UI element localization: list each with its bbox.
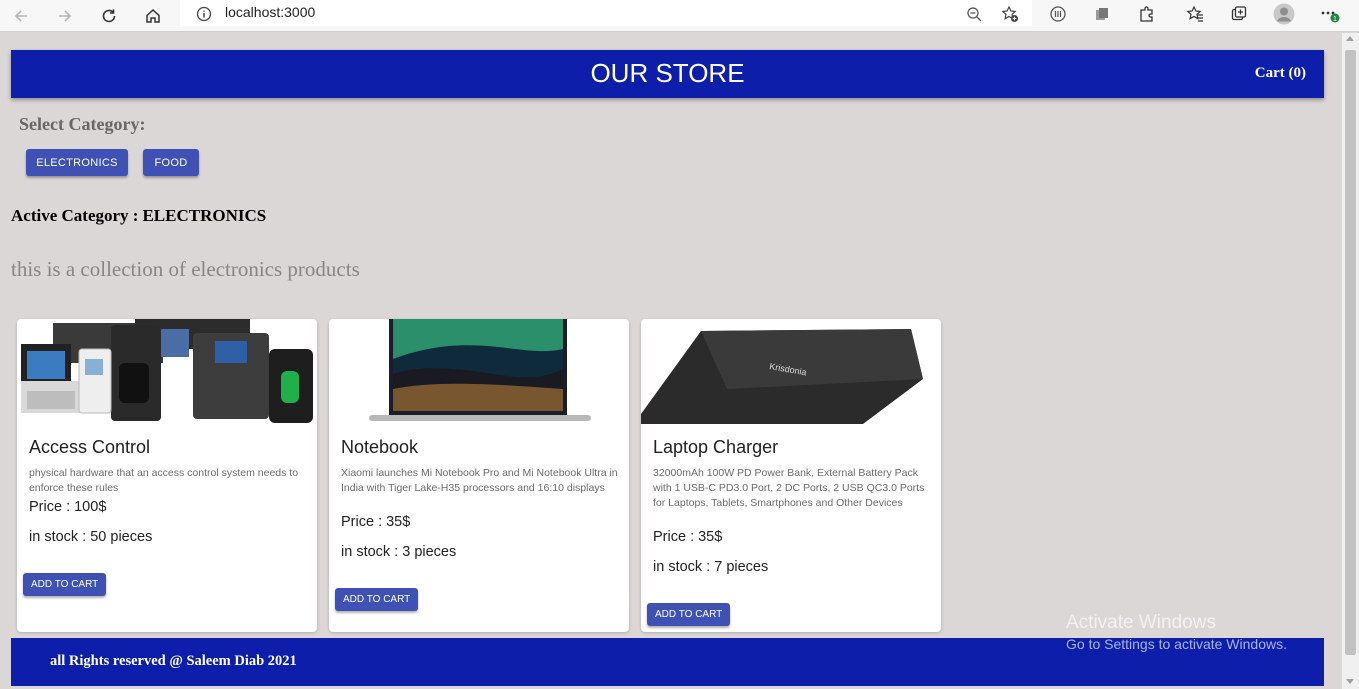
url-text: localhost:3000 <box>225 4 316 20</box>
active-category-prefix: Active Category : <box>11 206 139 225</box>
product-card-access-control: Access Control physical hardware that an… <box>17 319 317 632</box>
zoom-out-icon[interactable] <box>962 2 986 26</box>
add-to-cart-button[interactable]: ADD TO CART <box>647 603 731 626</box>
back-button[interactable] <box>7 0 35 32</box>
product-price: Price : 35$ <box>341 514 411 530</box>
product-price: Price : 35$ <box>653 529 723 545</box>
settings-more-icon[interactable]: 1 <box>1318 2 1342 26</box>
add-favorite-icon[interactable] <box>998 2 1022 26</box>
scrollbar-thumb[interactable] <box>1345 50 1356 655</box>
product-price: Price : 100$ <box>29 499 107 515</box>
product-description: 32000mAh 100W PD Power Bank, External Ba… <box>653 467 925 509</box>
category-food-button[interactable]: FOOD <box>143 149 199 176</box>
refresh-button[interactable] <box>95 0 123 32</box>
back-arrow-icon <box>14 10 27 22</box>
active-category-value: ELECTRONICS <box>142 206 267 225</box>
home-icon <box>146 8 160 23</box>
product-card-notebook: Notebook Xiaomi launches Mi Notebook Pro… <box>329 319 629 632</box>
scroll-down-arrow-icon[interactable] <box>1346 679 1354 684</box>
home-button[interactable] <box>139 0 167 32</box>
refresh-icon <box>102 9 116 23</box>
store-title: OUR STORE <box>590 58 745 88</box>
product-description: physical hardware that an access control… <box>29 467 299 494</box>
forward-button[interactable] <box>51 0 79 32</box>
collections-stack-icon[interactable] <box>1090 2 1114 26</box>
notification-badge: 1 <box>1333 16 1337 23</box>
product-name: Laptop Charger <box>653 437 779 457</box>
cart-link[interactable]: Cart (0) <box>1255 65 1306 82</box>
extensions-icon[interactable] <box>1135 2 1159 26</box>
browser-toolbar: localhost:3000 1 <box>0 0 1359 32</box>
product-stock: in stock : 3 pieces <box>341 544 457 560</box>
product-name: Notebook <box>341 437 419 457</box>
product-stock: in stock : 7 pieces <box>653 559 769 575</box>
add-to-cart-button[interactable]: ADD TO CART <box>23 573 107 596</box>
category-description: this is a collection of electronics prod… <box>11 257 360 281</box>
watermark-subtitle: Go to Settings to activate Windows. <box>1066 636 1287 652</box>
add-to-cart-button[interactable]: ADD TO CART <box>335 588 419 611</box>
product-name: Access Control <box>29 437 151 457</box>
favorites-icon[interactable] <box>1183 2 1207 26</box>
product-image-laptop-charger: Krisdonia <box>641 319 941 424</box>
info-icon[interactable] <box>192 2 216 26</box>
footer-copyright: all Rights reserved @ Saleem Diab 2021 <box>50 653 297 669</box>
store-header: OUR STORE Cart (0) <box>11 50 1324 98</box>
watermark-title: Activate Windows <box>1066 612 1216 633</box>
immersive-reader-icon[interactable] <box>1046 2 1070 26</box>
active-category-heading: Active Category : ELECTRONICS <box>11 206 266 226</box>
profile-avatar-icon[interactable] <box>1272 2 1296 26</box>
forward-arrow-icon <box>59 10 72 22</box>
category-electronics-button[interactable]: ELECTRONICS <box>26 149 128 176</box>
product-image-notebook <box>329 319 629 424</box>
product-stock: in stock : 50 pieces <box>29 529 153 545</box>
product-description: Xiaomi launches Mi Notebook Pro and Mi N… <box>341 467 618 494</box>
scroll-up-arrow-icon[interactable] <box>1346 36 1354 41</box>
address-bar[interactable]: localhost:3000 <box>180 0 1032 26</box>
windows-activation-watermark: Activate Windows Go to Settings to activ… <box>1066 612 1287 652</box>
product-card-laptop-charger: Krisdonia Laptop Charger 32000mAh 100W P… <box>641 319 941 632</box>
product-image-access-control <box>17 319 317 424</box>
collections-icon[interactable] <box>1227 2 1251 26</box>
select-category-label: Select Category: <box>19 114 146 134</box>
